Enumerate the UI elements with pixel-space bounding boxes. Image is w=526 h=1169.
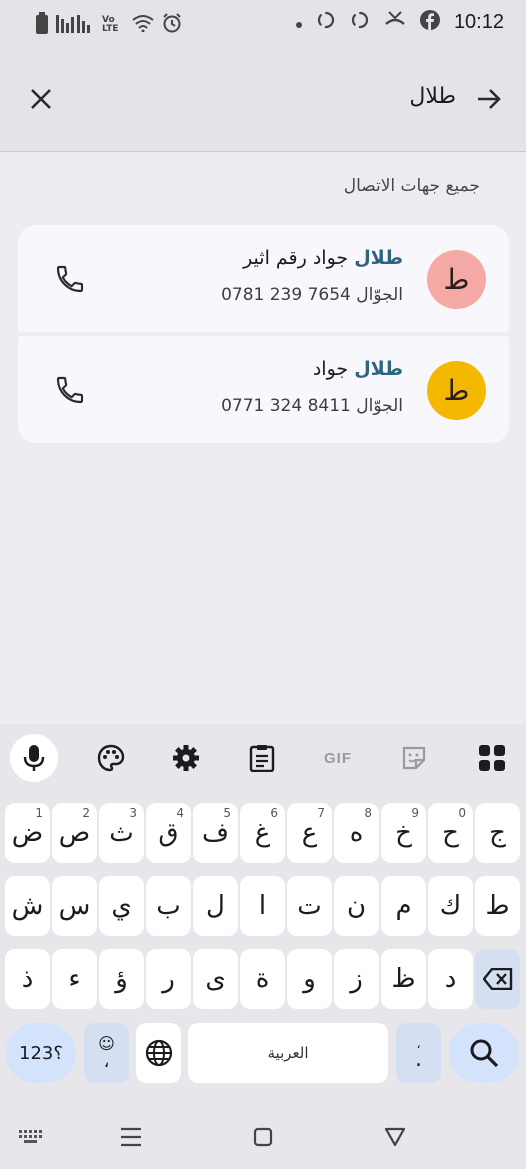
contact-name-rest: جواد رقم اثير (243, 247, 355, 269)
space-key[interactable]: العربية (188, 1023, 388, 1083)
key[interactable]: ث3 (99, 803, 144, 863)
emoji-comma-key[interactable]: ☺ ، (84, 1023, 129, 1083)
keyboard-toolbar: GIF (0, 724, 526, 792)
comma-label: ، (103, 1051, 110, 1072)
key[interactable]: و (287, 949, 332, 1009)
avatar: ط (427, 361, 486, 420)
avatar-letter: ط (443, 374, 470, 407)
arrow-right-icon[interactable] (474, 84, 504, 114)
battery-icon (36, 12, 48, 38)
close-icon[interactable] (26, 84, 56, 114)
contact-card[interactable]: ط طلال جواد الجوّال 0771 324 8411 (18, 336, 509, 443)
avatar-letter: ط (443, 263, 470, 296)
avatar: ط (427, 250, 486, 309)
key[interactable]: ت (287, 876, 332, 936)
search-input[interactable]: طلال (409, 84, 456, 109)
contact-name-highlight: طلال (354, 358, 403, 380)
gear-icon[interactable] (164, 738, 208, 778)
sync-icon (316, 10, 336, 34)
search-icon[interactable] (449, 1023, 519, 1083)
grid-icon[interactable] (470, 738, 514, 778)
key[interactable]: ة (240, 949, 285, 1009)
key[interactable]: ه8 (334, 803, 379, 863)
key[interactable]: ش (5, 876, 50, 936)
key[interactable]: ض1 (5, 803, 50, 863)
key[interactable]: ك (428, 876, 473, 936)
key[interactable]: ق4 (146, 803, 191, 863)
status-left-icons: Vo LTE (36, 12, 182, 38)
key[interactable]: ر (146, 949, 191, 1009)
key[interactable]: ظ (381, 949, 426, 1009)
sticker-icon[interactable] (392, 738, 436, 778)
key[interactable]: ص2 (52, 803, 97, 863)
volte-icon: Vo LTE (102, 15, 119, 34)
status-bar: Vo LTE 10:12 (0, 0, 526, 48)
key[interactable]: د (428, 949, 473, 1009)
status-right-icons: 10:12 (295, 10, 504, 34)
navigation-bar (0, 1110, 526, 1169)
signal-icon (56, 13, 94, 37)
contact-name: طلال جواد رقم اثير (243, 247, 403, 269)
key[interactable]: س (52, 876, 97, 936)
contact-card[interactable]: ط طلال جواد رقم اثير الجوّال 0781 239 76… (18, 225, 509, 332)
phone-number: 0771 324 8411 (221, 396, 351, 416)
globe-icon[interactable] (136, 1023, 181, 1083)
alarm-icon (162, 13, 182, 37)
symbols-key[interactable]: ؟123 (6, 1023, 76, 1083)
contact-name-highlight: طلال (354, 247, 403, 269)
key[interactable]: ب (146, 876, 191, 936)
key[interactable]: م (381, 876, 426, 936)
wifi-icon (132, 14, 154, 36)
missed-call-icon (384, 10, 406, 34)
back-triangle-icon[interactable] (380, 1122, 410, 1152)
phone-type: الجوّال (356, 396, 403, 416)
period-key[interactable]: ، . (396, 1023, 441, 1083)
key[interactable]: ح0 (428, 803, 473, 863)
key[interactable]: ى (193, 949, 238, 1009)
key[interactable]: ف5 (193, 803, 238, 863)
palette-icon[interactable] (89, 738, 133, 778)
contact-phone: الجوّال 0781 239 7654 (221, 285, 403, 305)
key[interactable]: ز (334, 949, 379, 1009)
keyboard: GIF ض1 ص2 ث3 ق4 ف5 غ6 ع7 ه8 خ9 ح0 ج ش س … (0, 724, 526, 1169)
status-time: 10:12 (453, 10, 504, 33)
phone-icon[interactable] (54, 263, 86, 295)
phone-number: 0781 239 7654 (221, 285, 351, 305)
key[interactable]: ج (475, 803, 520, 863)
notification-dot-icon (295, 13, 302, 32)
key[interactable]: ذ (5, 949, 50, 1009)
section-header: جميع جهات الاتصال (343, 176, 480, 196)
key[interactable]: ؤ (99, 949, 144, 1009)
key[interactable]: خ9 (381, 803, 426, 863)
keyboard-hide-icon[interactable] (16, 1122, 46, 1152)
menu-icon[interactable] (116, 1122, 146, 1152)
key[interactable]: ط (475, 876, 520, 936)
contact-name: طلال جواد (313, 358, 403, 380)
clipboard-icon[interactable] (240, 738, 284, 778)
mic-icon[interactable] (10, 734, 58, 782)
home-square-icon[interactable] (248, 1122, 278, 1152)
key[interactable]: ل (193, 876, 238, 936)
backspace-icon[interactable] (475, 949, 520, 1009)
key[interactable]: ي (99, 876, 144, 936)
key[interactable]: ع7 (287, 803, 332, 863)
contact-phone: الجوّال 0771 324 8411 (221, 396, 403, 416)
key[interactable]: ء (52, 949, 97, 1009)
search-bar: طلال (0, 48, 526, 152)
contact-name-rest: جواد (312, 358, 355, 380)
facebook-icon (419, 10, 440, 34)
phone-type: الجوّال (356, 285, 403, 305)
key[interactable]: غ6 (240, 803, 285, 863)
gif-icon[interactable]: GIF (316, 738, 360, 778)
phone-icon[interactable] (54, 374, 86, 406)
sync-icon (350, 10, 370, 34)
key[interactable]: ن (334, 876, 379, 936)
key[interactable]: ا (240, 876, 285, 936)
